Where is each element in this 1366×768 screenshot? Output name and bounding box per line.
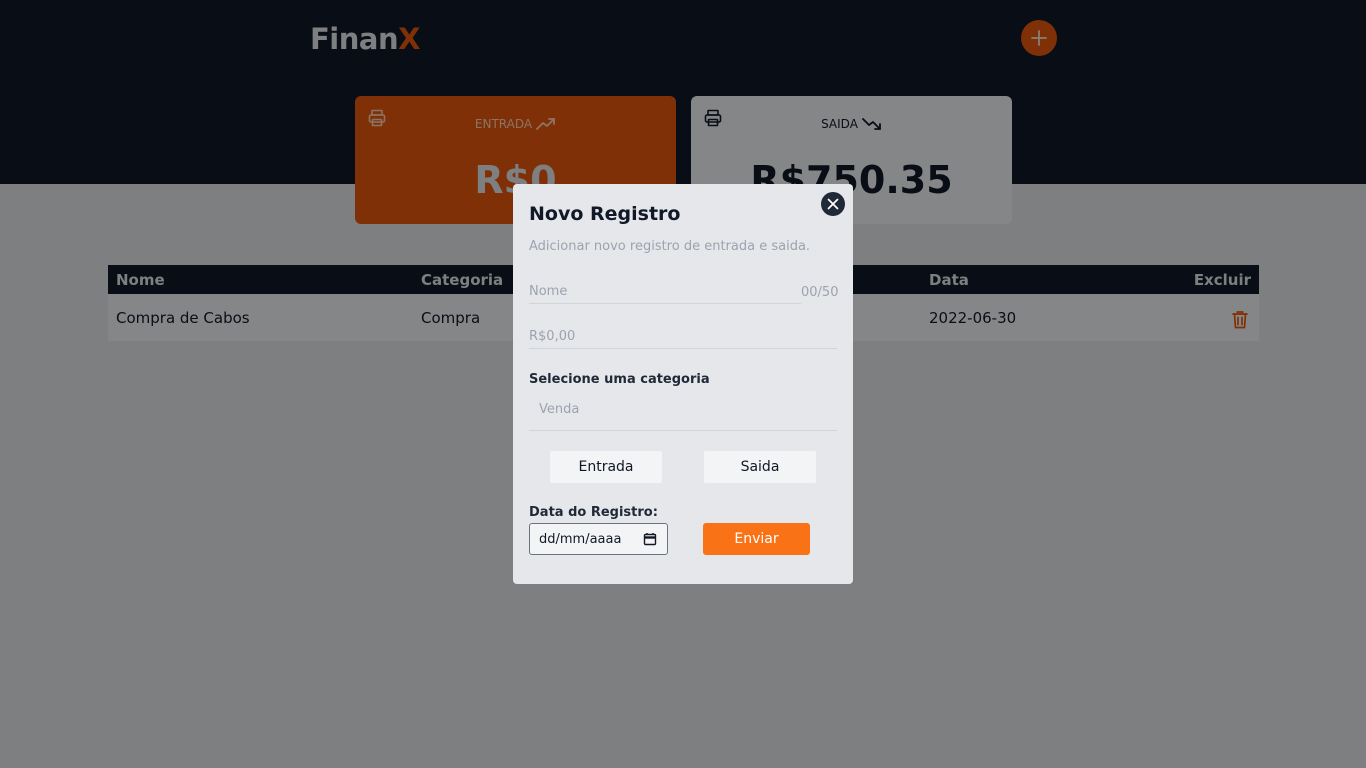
category-select[interactable]: Venda bbox=[529, 396, 837, 431]
date-placeholder: dd/mm/aaaa bbox=[539, 531, 622, 547]
modal-subtitle: Adicionar novo registro de entrada e sai… bbox=[529, 239, 811, 254]
calendar-icon[interactable] bbox=[643, 532, 657, 546]
close-icon bbox=[827, 198, 839, 210]
new-record-modal: Novo Registro Adicionar novo registro de… bbox=[513, 184, 853, 584]
submit-button[interactable]: Enviar bbox=[703, 523, 810, 555]
name-input[interactable] bbox=[529, 280, 801, 304]
value-input[interactable] bbox=[529, 325, 837, 349]
saida-type-button[interactable]: Saida bbox=[704, 451, 816, 483]
modal-title: Novo Registro bbox=[529, 203, 681, 225]
date-label: Data do Registro: bbox=[529, 505, 658, 520]
close-modal-button[interactable] bbox=[821, 192, 845, 216]
entrada-type-button[interactable]: Entrada bbox=[550, 451, 662, 483]
name-char-counter: 00/50 bbox=[801, 285, 839, 300]
date-input[interactable]: dd/mm/aaaa bbox=[529, 523, 668, 555]
category-label: Selecione uma categoria bbox=[529, 372, 710, 387]
